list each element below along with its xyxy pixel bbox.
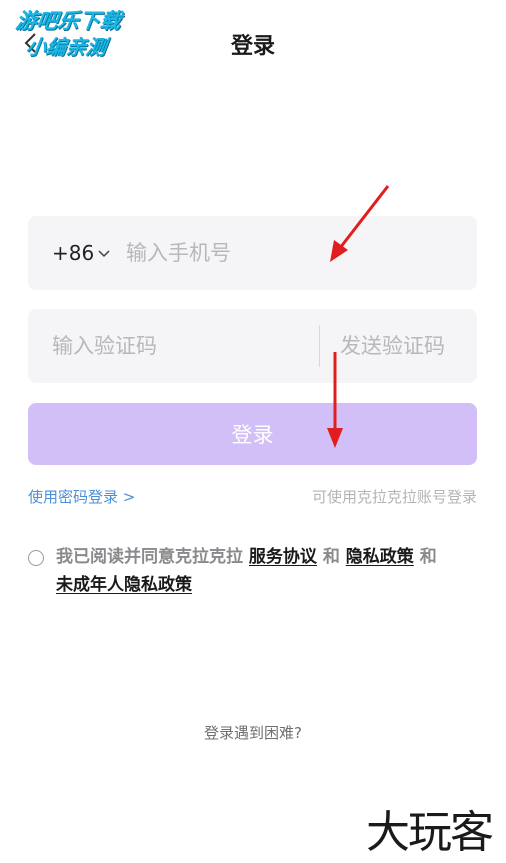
country-code-selector[interactable]: +86: [52, 216, 111, 290]
account-login-link[interactable]: 可使用克拉克拉账号登录: [312, 486, 477, 507]
privacy-policy-link[interactable]: 隐私政策: [346, 547, 414, 567]
agreement-and: 和: [322, 547, 340, 567]
field-divider: [319, 325, 320, 367]
phone-field: +86: [28, 216, 477, 290]
login-page: 游吧乐下载 小编亲测 登录 +86 发送验证码 登录 使用密码登录 > 可使用克…: [0, 0, 506, 863]
service-agreement-link[interactable]: 服务协议: [249, 547, 317, 567]
chevron-down-icon: [98, 250, 110, 258]
agreement-and: 和: [419, 547, 437, 567]
agreement-checkbox[interactable]: [28, 550, 44, 566]
brand-watermark: 大玩客: [366, 807, 494, 858]
page-title: 登录: [230, 34, 275, 59]
code-field: 发送验证码: [28, 309, 477, 383]
minor-privacy-policy-link[interactable]: 未成年人隐私政策: [56, 575, 192, 595]
verification-code-input[interactable]: [52, 309, 312, 383]
agreement-prefix: 我已阅读并同意克拉克拉: [56, 547, 243, 567]
login-trouble-link[interactable]: 登录遇到困难?: [0, 722, 506, 743]
login-button[interactable]: 登录: [28, 403, 477, 465]
send-code-button[interactable]: 发送验证码: [340, 309, 445, 383]
phone-input[interactable]: [126, 216, 456, 290]
country-code: +86: [52, 241, 95, 265]
password-login-link[interactable]: 使用密码登录 >: [28, 486, 135, 507]
agreement-text: 我已阅读并同意克拉克拉 服务协议 和 隐私政策 和 未成年人隐私政策: [56, 543, 456, 599]
